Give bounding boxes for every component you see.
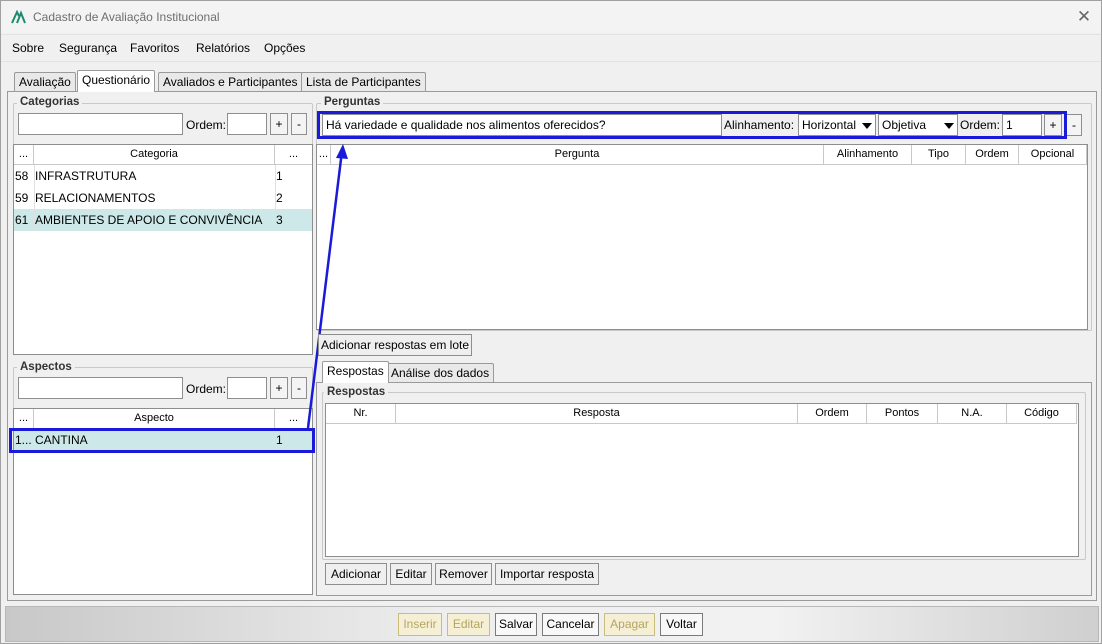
row-name: AMBIENTES DE APOIO E CONVIVÊNCIA xyxy=(35,213,263,227)
menu-bar: Sobre Segurança Favoritos Relatórios Opç… xyxy=(1,34,1101,62)
column-header[interactable]: Ordem xyxy=(966,145,1019,165)
highlight-box-question xyxy=(317,111,1067,139)
close-icon[interactable]: ✕ xyxy=(1075,8,1093,26)
main-window: Cadastro de Avaliação Institucional ✕ So… xyxy=(0,0,1102,644)
column-header[interactable]: Pergunta xyxy=(331,145,824,165)
column-header[interactable]: Ordem xyxy=(798,404,867,424)
menu-seguranca[interactable]: Segurança xyxy=(59,41,117,55)
pergunta-remove-button[interactable]: - xyxy=(1066,114,1082,136)
tab-respostas[interactable]: Respostas xyxy=(322,361,389,383)
column-header[interactable]: Tipo xyxy=(912,145,966,165)
menu-relatorios[interactable]: Relatórios xyxy=(196,41,250,55)
categoria-input[interactable] xyxy=(18,113,183,135)
table-row[interactable]: 59 RELACIONAMENTOS 2 xyxy=(14,187,312,209)
row-id: 61 xyxy=(15,213,29,227)
aspectos-legend: Aspectos xyxy=(17,361,75,373)
row-name: INFRASTRUTURA xyxy=(35,169,137,183)
row-id: 58 xyxy=(15,169,29,183)
table-row[interactable]: 61 AMBIENTES DE APOIO E CONVIVÊNCIA 3 xyxy=(14,209,312,231)
categoria-ordem-input[interactable] xyxy=(227,113,267,135)
tab-questionario[interactable]: Questionário xyxy=(77,70,156,92)
row-name: RELACIONAMENTOS xyxy=(35,191,156,205)
cancelar-button[interactable]: Cancelar xyxy=(542,613,599,636)
menu-sobre[interactable]: Sobre xyxy=(12,41,44,55)
tab-avaliacao[interactable]: Avaliação xyxy=(14,72,76,92)
app-logo-icon xyxy=(11,10,26,24)
column-header[interactable]: Categoria xyxy=(34,145,275,165)
categorias-legend: Categorias xyxy=(17,96,83,108)
perguntas-legend: Perguntas xyxy=(321,96,384,108)
categorias-table: ... Categoria ... 58 INFRASTRUTURA 1 59 … xyxy=(13,144,313,355)
column-header[interactable]: N.A. xyxy=(938,404,1007,424)
column-header[interactable]: Resposta xyxy=(396,404,798,424)
aspecto-ordem-input[interactable] xyxy=(227,377,267,399)
column-header[interactable]: Código xyxy=(1007,404,1077,424)
menu-favoritos[interactable]: Favoritos xyxy=(130,41,179,55)
highlight-box-aspect xyxy=(9,428,315,453)
voltar-button[interactable]: Voltar xyxy=(660,613,703,636)
remover-button[interactable]: Remover xyxy=(435,563,492,585)
add-batch-answers-button[interactable]: Adicionar respostas em lote xyxy=(318,334,472,356)
inserir-button[interactable]: Inserir xyxy=(398,613,442,636)
aspecto-add-button[interactable]: + xyxy=(270,377,288,399)
grid-divider xyxy=(275,165,276,231)
column-header[interactable]: Nr. xyxy=(326,404,396,424)
perguntas-table: ... Pergunta Alinhamento Tipo Ordem Opci… xyxy=(316,144,1088,330)
menu-opcoes[interactable]: Opções xyxy=(264,41,305,55)
row-id: 59 xyxy=(15,191,29,205)
grid-divider xyxy=(34,165,35,231)
column-header[interactable]: ... xyxy=(14,409,34,429)
aspecto-ordem-label: Ordem: xyxy=(186,382,227,396)
title-bar: Cadastro de Avaliação Institucional ✕ xyxy=(1,1,1101,33)
categoria-remove-button[interactable]: - xyxy=(291,113,307,135)
respostas-legend: Respostas xyxy=(324,386,389,398)
apagar-button[interactable]: Apagar xyxy=(604,613,655,636)
column-header[interactable]: Pontos xyxy=(867,404,938,424)
tab-lista-participantes[interactable]: Lista de Participantes xyxy=(301,72,426,92)
window-title: Cadastro de Avaliação Institucional xyxy=(33,10,220,24)
adicionar-button[interactable]: Adicionar xyxy=(325,563,387,585)
aspecto-input[interactable] xyxy=(18,377,183,399)
editar-button[interactable]: Editar xyxy=(390,563,432,585)
tab-avaliados[interactable]: Avaliados e Participantes xyxy=(158,72,303,92)
column-header[interactable]: Opcional xyxy=(1019,145,1087,165)
tab-analise-dados[interactable]: Análise dos dados xyxy=(386,363,495,383)
categoria-add-button[interactable]: + xyxy=(270,113,288,135)
column-header[interactable]: Alinhamento xyxy=(824,145,912,165)
column-header[interactable]: Aspecto xyxy=(34,409,275,429)
salvar-button[interactable]: Salvar xyxy=(495,613,537,636)
importar-resposta-button[interactable]: Importar resposta xyxy=(495,563,599,585)
table-row[interactable]: 58 INFRASTRUTURA 1 xyxy=(14,165,312,187)
categoria-ordem-label: Ordem: xyxy=(186,118,227,132)
footer-editar-button[interactable]: Editar xyxy=(447,613,490,636)
respostas-table: Nr. Resposta Ordem Pontos N.A. Código xyxy=(325,403,1079,557)
column-header[interactable]: ... xyxy=(14,145,34,165)
